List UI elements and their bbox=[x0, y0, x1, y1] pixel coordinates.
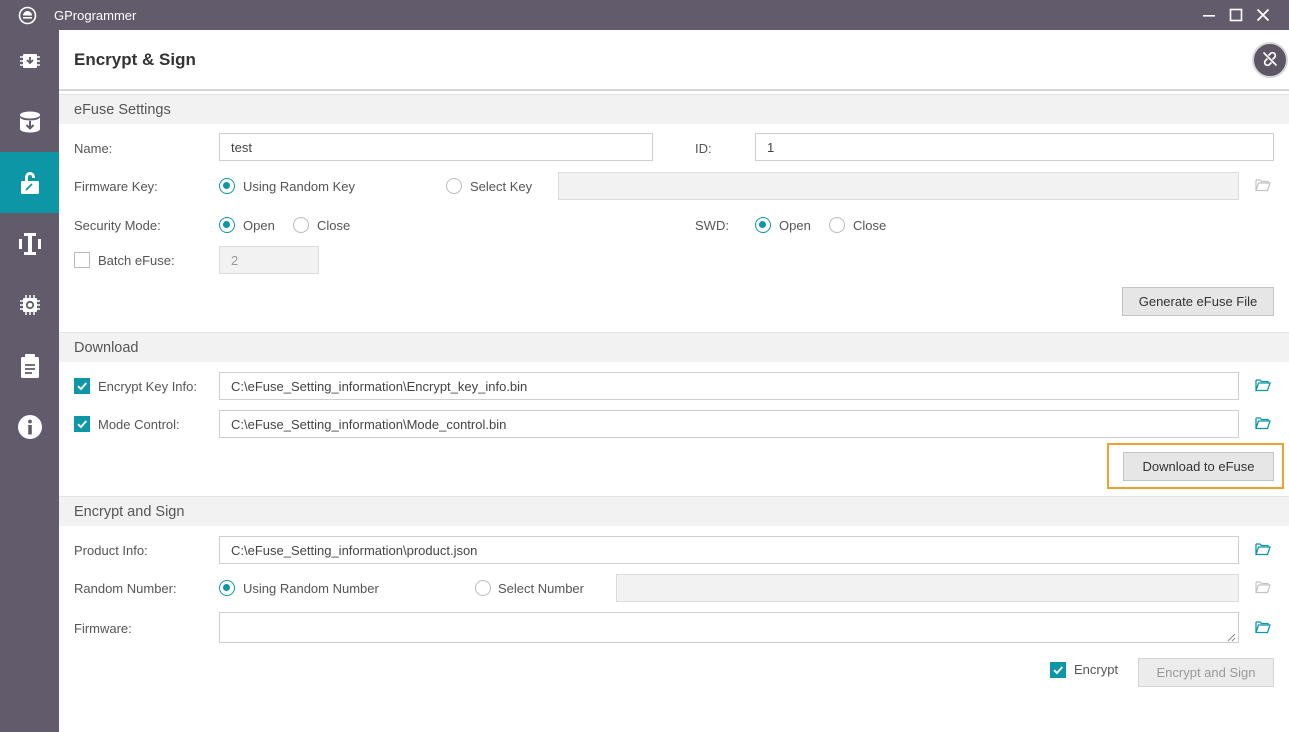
random-number-input[interactable] bbox=[616, 574, 1239, 602]
random-key-option-label: Using Random Key bbox=[243, 179, 355, 194]
encrypt-and-sign-button[interactable]: Encrypt and Sign bbox=[1138, 658, 1274, 687]
title-bar: GProgrammer bbox=[0, 0, 1289, 30]
info-icon bbox=[17, 414, 43, 440]
page-title: Encrypt & Sign bbox=[74, 50, 196, 69]
section-title: Encrypt and Sign bbox=[74, 504, 185, 520]
sidebar-item-log[interactable] bbox=[0, 335, 59, 396]
unlink-icon bbox=[1261, 50, 1279, 71]
sidebar-item-download[interactable] bbox=[0, 91, 59, 152]
section-efuse-settings: eFuse Settings bbox=[59, 94, 1289, 124]
section-encrypt-and-sign: Encrypt and Sign bbox=[59, 496, 1289, 526]
id-input[interactable]: 1 bbox=[755, 133, 1274, 161]
folder-open-icon[interactable] bbox=[1255, 620, 1271, 634]
random-number-label: Random Number: bbox=[74, 581, 177, 596]
batch-efuse-label: Batch eFuse: bbox=[98, 253, 175, 268]
folder-open-icon[interactable] bbox=[1255, 378, 1271, 392]
select-key-radio[interactable] bbox=[446, 178, 462, 194]
firmware-path-input[interactable] bbox=[219, 612, 1239, 643]
sidebar-item-chip-settings[interactable] bbox=[0, 274, 59, 335]
folder-open-icon[interactable] bbox=[1255, 542, 1271, 556]
firmware-key-path-input[interactable] bbox=[558, 172, 1239, 200]
disconnect-button[interactable] bbox=[1252, 42, 1288, 78]
security-close-radio[interactable] bbox=[293, 217, 309, 233]
maximize-icon[interactable] bbox=[1227, 6, 1245, 24]
encrypt-checkbox[interactable] bbox=[1050, 662, 1066, 678]
sidebar-item-about[interactable] bbox=[0, 396, 59, 457]
generate-efuse-file-button[interactable]: Generate eFuse File bbox=[1122, 287, 1274, 316]
close-icon[interactable] bbox=[1254, 6, 1272, 24]
swd-close-label: Close bbox=[853, 218, 887, 233]
firmware-key-label: Firmware Key: bbox=[74, 179, 158, 194]
random-number-radio[interactable] bbox=[219, 580, 235, 596]
swd-open-label: Open bbox=[779, 218, 811, 233]
select-key-option-label: Select Key bbox=[470, 179, 533, 194]
name-label: Name: bbox=[74, 141, 113, 156]
swd-close-radio[interactable] bbox=[829, 217, 845, 233]
sidebar-item-encrypt[interactable] bbox=[0, 152, 59, 213]
security-close-label: Close bbox=[317, 218, 351, 233]
folder-open-icon[interactable] bbox=[1255, 416, 1271, 430]
id-label: ID: bbox=[695, 141, 712, 156]
encrypt-label: Encrypt bbox=[1074, 662, 1119, 677]
firmware-label: Firmware: bbox=[74, 621, 132, 636]
batch-count-input[interactable]: 2 bbox=[219, 246, 319, 274]
page-header: Encrypt & Sign bbox=[59, 30, 1289, 91]
folder-open-icon[interactable] bbox=[1255, 178, 1271, 192]
minimize-icon[interactable] bbox=[1200, 6, 1218, 24]
lock-icon bbox=[18, 170, 42, 196]
folder-open-icon[interactable] bbox=[1255, 580, 1271, 594]
sidebar-item-program[interactable] bbox=[0, 30, 59, 91]
encrypt-key-info-label: Encrypt Key Info: bbox=[98, 379, 197, 394]
app-logo-icon bbox=[18, 6, 37, 25]
security-mode-label: Security Mode: bbox=[74, 218, 161, 233]
chip-download-icon bbox=[18, 49, 42, 73]
mode-control-label: Mode Control: bbox=[98, 417, 180, 432]
select-number-option-label: Select Number bbox=[498, 581, 584, 596]
mode-control-checkbox[interactable] bbox=[74, 416, 90, 432]
io-icon bbox=[17, 231, 43, 257]
swd-open-radio[interactable] bbox=[755, 217, 771, 233]
swd-label: SWD: bbox=[695, 218, 729, 233]
select-number-radio[interactable] bbox=[475, 580, 491, 596]
section-title: Download bbox=[74, 340, 139, 356]
mode-control-path-input[interactable]: C:\eFuse_Setting_information\Mode_contro… bbox=[219, 410, 1239, 438]
chip-settings-icon bbox=[18, 293, 42, 317]
download-to-efuse-button[interactable]: Download to eFuse bbox=[1123, 452, 1274, 481]
encrypt-key-info-checkbox[interactable] bbox=[74, 378, 90, 394]
product-info-label: Product Info: bbox=[74, 543, 148, 558]
security-open-label: Open bbox=[243, 218, 275, 233]
random-key-radio[interactable] bbox=[219, 178, 235, 194]
database-download-icon bbox=[17, 109, 43, 135]
section-download: Download bbox=[59, 332, 1289, 362]
app-title: GProgrammer bbox=[54, 8, 137, 23]
encrypt-key-info-path-input[interactable]: C:\eFuse_Setting_information\Encrypt_key… bbox=[219, 372, 1239, 400]
random-number-option-label: Using Random Number bbox=[243, 581, 379, 596]
sidebar-item-io[interactable] bbox=[0, 213, 59, 274]
batch-efuse-checkbox[interactable] bbox=[74, 252, 90, 268]
clipboard-icon bbox=[19, 353, 41, 379]
section-title: eFuse Settings bbox=[74, 102, 171, 118]
sidebar bbox=[0, 30, 59, 732]
resize-grip-icon[interactable] bbox=[1226, 630, 1236, 642]
security-open-radio[interactable] bbox=[219, 217, 235, 233]
name-input[interactable]: test bbox=[219, 133, 653, 161]
product-info-path-input[interactable]: C:\eFuse_Setting_information\product.jso… bbox=[219, 536, 1239, 564]
